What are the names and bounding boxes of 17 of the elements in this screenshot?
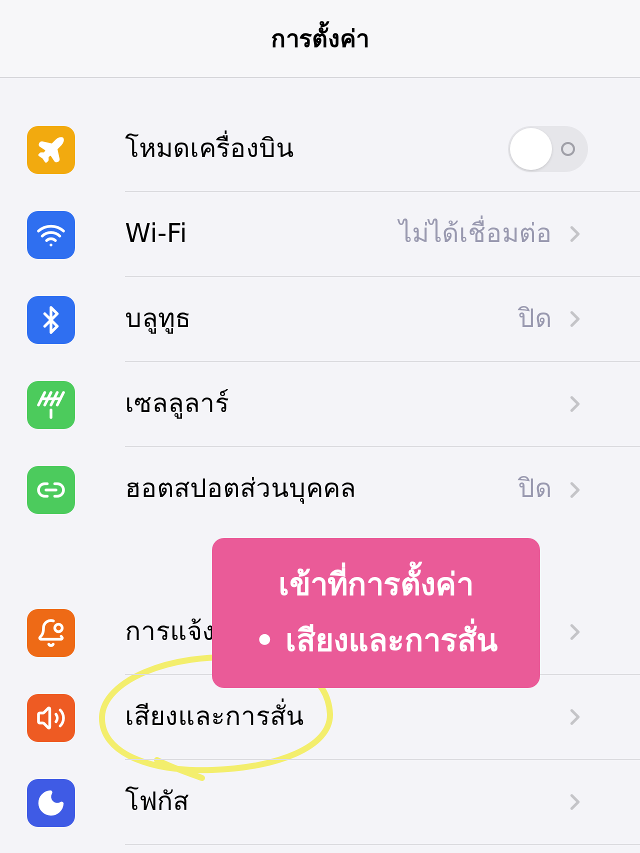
off-indicator-icon [561, 142, 575, 156]
setting-label[interactable]: เซลลูลาร์ [125, 384, 229, 424]
setting-label[interactable]: เสียงและการสั่น [125, 698, 304, 736]
setting-value: ปิด [518, 473, 552, 506]
setting-value: ปิด [518, 302, 552, 336]
setting-label[interactable]: การแจ้ง [125, 612, 215, 652]
toggle-thumb [510, 128, 552, 170]
setting-label[interactable]: โหมดเครื่องบิน [125, 130, 294, 168]
setting-label[interactable]: บลูทูธ [125, 300, 191, 338]
setting-label[interactable]: โฟกัส [125, 782, 189, 822]
screen-title: การตั้งค่า [271, 20, 369, 56]
setting-label[interactable]: ฮอตสปอตส่วนบุคคล [125, 470, 356, 509]
setting-value: ไม่ได้เชื่อมต่อ [399, 214, 552, 254]
callout-text: • เสียงและการสั่น [254, 613, 498, 669]
callout-text: เข้าที่การตั้งค่า [278, 557, 474, 613]
toggle-switch[interactable] [508, 126, 588, 172]
setting-label[interactable]: Wi-Fi [125, 214, 188, 254]
